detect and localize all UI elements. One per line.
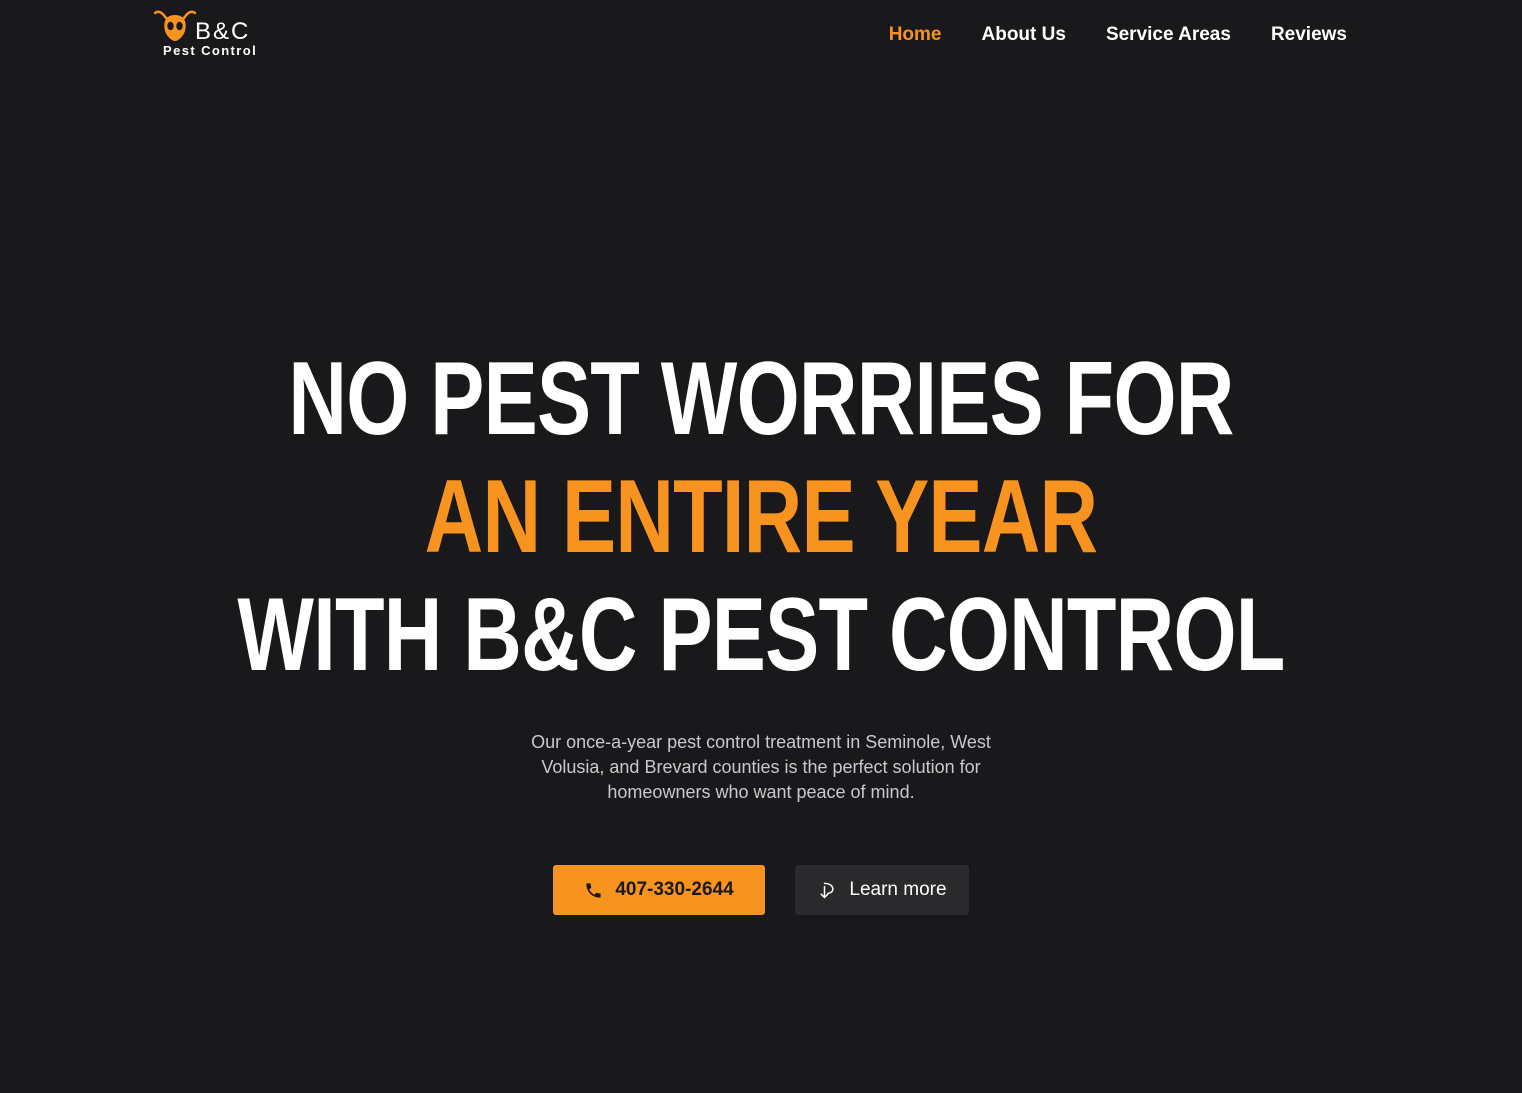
- logo-mark: B&C: [195, 18, 251, 45]
- hero-title-line-2: An Entire Year: [424, 459, 1098, 575]
- logo[interactable]: B&C Pest Control: [154, 6, 264, 60]
- nav-service-areas[interactable]: Service Areas: [1106, 22, 1231, 48]
- arrow-down-curve-icon: [820, 882, 834, 899]
- learn-more-label: Learn more: [849, 879, 947, 900]
- main-nav: Home About Us Service Areas Reviews: [889, 22, 1347, 48]
- hero-title-line-1: No Pest Worries For: [288, 341, 1234, 457]
- logo-subtitle: Pest Control: [163, 43, 258, 58]
- nav-about-us[interactable]: About Us: [982, 22, 1066, 48]
- call-button-label: 407-330-2644: [615, 879, 734, 900]
- hero-title: No Pest Worries For An Entire Year With …: [0, 340, 1522, 694]
- phone-icon: [586, 882, 601, 898]
- learn-more-button[interactable]: Learn more: [795, 865, 969, 915]
- hero-subtitle: Our once-a-year pest control treatment i…: [531, 732, 991, 802]
- nav-reviews[interactable]: Reviews: [1271, 22, 1347, 48]
- ant-icon: [154, 10, 197, 41]
- hero-title-line-3: With B&C Pest Control: [237, 577, 1285, 693]
- nav-home[interactable]: Home: [889, 22, 942, 48]
- call-button[interactable]: 407-330-2644: [553, 865, 765, 915]
